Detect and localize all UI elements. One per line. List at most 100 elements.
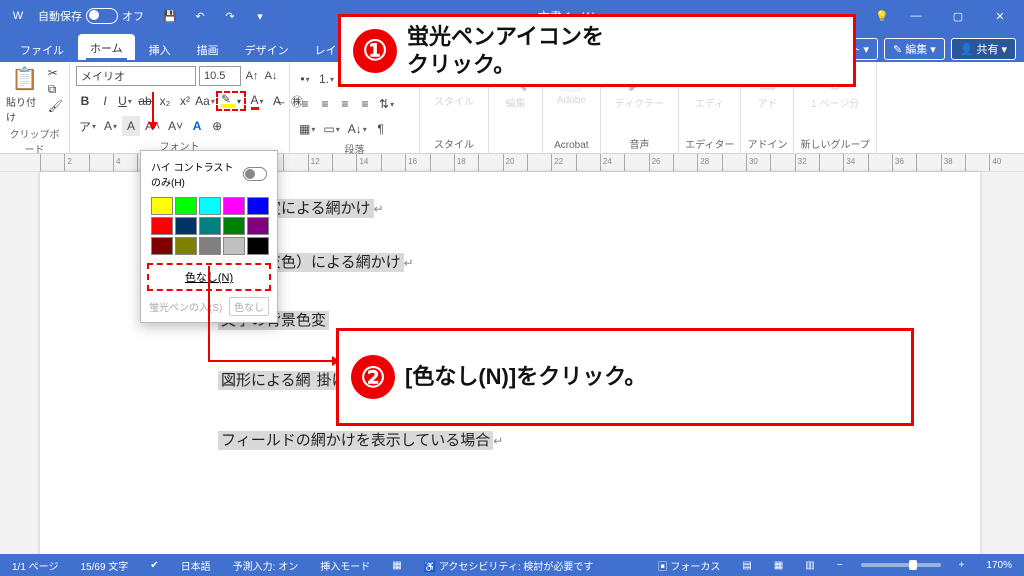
read-mode-icon[interactable]: ▤ — [738, 560, 755, 571]
autosave-state: オフ — [122, 8, 144, 24]
display-settings-icon[interactable]: ▦ — [388, 560, 405, 571]
insert-mode-status[interactable]: 挿入モード — [316, 558, 374, 573]
paragraph-mark-icon: ↵ — [374, 202, 384, 216]
format-painter-icon[interactable]: 🖌 — [48, 99, 63, 113]
sort-button[interactable]: A↓ — [345, 119, 370, 139]
char-shading-button[interactable]: A — [122, 116, 140, 136]
underline-button[interactable]: U — [116, 91, 134, 111]
clipboard-group: 📋 貼り付け ✂ ⧉ 🖌 クリップボード — [0, 62, 70, 153]
clear-format-button[interactable]: A̶ — [268, 91, 286, 111]
color-swatch[interactable] — [175, 217, 197, 235]
zoom-in-button[interactable]: + — [955, 560, 969, 571]
tab-file[interactable]: ファイル — [8, 36, 76, 62]
bullets-button[interactable]: • — [296, 69, 314, 89]
high-contrast-toggle[interactable] — [243, 167, 267, 181]
font-size-combo[interactable]: 10.5 — [199, 66, 241, 86]
font-name-combo[interactable]: メイリオ — [76, 66, 196, 86]
char-border-button[interactable]: A — [101, 116, 120, 136]
undo-icon[interactable]: ↶ — [186, 2, 214, 30]
color-swatch[interactable] — [199, 237, 221, 255]
font-group: メイリオ 10.5 A↑ A↓ B I U ab x₂ x² Aa ▾ A A̶… — [70, 62, 290, 153]
circled-char-button[interactable]: ⊕ — [208, 116, 226, 136]
color-swatch[interactable] — [175, 237, 197, 255]
align-center-button[interactable]: ≡ — [316, 94, 334, 114]
change-case-button[interactable]: Aa — [196, 91, 214, 111]
color-swatch[interactable] — [223, 197, 245, 215]
accessibility-status[interactable]: ♿ アクセシビリティ: 検討が必要です — [420, 558, 598, 573]
color-swatch[interactable] — [223, 217, 245, 235]
color-swatch[interactable] — [247, 217, 269, 235]
color-swatch[interactable] — [247, 197, 269, 215]
autosave-toggle[interactable]: 自動保存 オフ — [32, 8, 150, 24]
save-icon[interactable]: 💾 — [156, 2, 184, 30]
text-effects-button[interactable]: A — [188, 116, 206, 136]
highlighter-footer-button[interactable]: 色なし — [229, 297, 269, 316]
italic-button[interactable]: I — [96, 91, 114, 111]
minimize-button[interactable]: — — [896, 2, 936, 30]
color-swatch[interactable] — [151, 197, 173, 215]
justify-button[interactable]: ≡ — [356, 94, 374, 114]
annotation-text-1: 蛍光ペンアイコンを クリック。 — [407, 23, 604, 78]
status-bar: 1/1 ページ 15/69 文字 ✔ 日本語 予測入力: オン 挿入モード ▦ … — [0, 554, 1024, 576]
editing-mode-button[interactable]: ✎編集▾ — [884, 38, 945, 60]
paragraph-mark-icon: ↵ — [404, 256, 414, 270]
zoom-level[interactable]: 170% — [982, 560, 1016, 571]
shading-button[interactable]: ▦ — [296, 119, 318, 139]
qat-more-icon[interactable]: ▾ — [246, 2, 274, 30]
tab-draw[interactable]: 描画 — [185, 36, 231, 62]
bold-button[interactable]: B — [76, 91, 94, 111]
color-swatch[interactable] — [175, 197, 197, 215]
line-spacing-button[interactable]: ⇅ — [376, 94, 397, 114]
copy-icon[interactable]: ⧉ — [48, 82, 63, 97]
page-count[interactable]: 1/1 ページ — [8, 558, 62, 573]
color-swatch[interactable] — [247, 237, 269, 255]
color-swatch[interactable] — [199, 217, 221, 235]
lightbulb-icon[interactable]: 💡 — [868, 2, 896, 30]
show-marks-button[interactable]: ¶ — [372, 119, 390, 139]
toggle-off-icon[interactable] — [86, 8, 118, 24]
grow-font-icon[interactable]: A↑ — [244, 67, 260, 85]
phonetic-guide-button[interactable]: ア — [76, 116, 99, 136]
color-swatches — [147, 195, 271, 257]
superscript-button[interactable]: x² — [176, 91, 194, 111]
clipboard-icon: 📋 — [11, 66, 38, 92]
predict-input-status[interactable]: 予測入力: オン — [229, 558, 303, 573]
print-layout-icon[interactable]: ▦ — [770, 560, 787, 571]
color-swatch[interactable] — [151, 237, 173, 255]
text-line-5[interactable]: フィールドの網かけを表示している場合 — [218, 431, 493, 450]
share-button[interactable]: 👤共有▾ — [951, 38, 1016, 60]
paste-button[interactable]: 📋 貼り付け — [6, 66, 44, 124]
shrink-font-icon[interactable]: A↓ — [263, 67, 279, 85]
web-layout-icon[interactable]: ▥ — [801, 560, 818, 571]
text-highlight-button[interactable]: ▾ — [216, 91, 246, 111]
annotation-text-2: [色なし(N)]をクリック。 — [405, 363, 646, 391]
word-count[interactable]: 15/69 文字 — [76, 558, 132, 573]
align-right-button[interactable]: ≡ — [336, 94, 354, 114]
numbering-button[interactable]: 1. — [316, 69, 337, 89]
tab-insert[interactable]: 挿入 — [137, 36, 183, 62]
close-button[interactable]: ✕ — [980, 2, 1020, 30]
tab-design[interactable]: デザイン — [233, 36, 301, 62]
redo-icon[interactable]: ↷ — [216, 2, 244, 30]
color-swatch[interactable] — [151, 217, 173, 235]
subscript-button[interactable]: x₂ — [156, 91, 174, 111]
align-left-button[interactable]: ≡ — [296, 94, 314, 114]
word-app-icon[interactable]: W — [4, 2, 32, 30]
tab-home[interactable]: ホーム — [78, 34, 135, 62]
highlighter-icon — [221, 94, 235, 108]
quick-access-toolbar: 💾 ↶ ↷ ▾ — [156, 2, 274, 30]
color-swatch[interactable] — [223, 237, 245, 255]
focus-mode-button[interactable]: ▣ フォーカス — [654, 558, 725, 573]
maximize-button[interactable]: ▢ — [938, 2, 978, 30]
font-color-button[interactable]: A — [248, 91, 266, 111]
spellcheck-icon[interactable]: ✔ — [146, 560, 162, 571]
zoom-slider[interactable] — [861, 563, 941, 567]
zoom-out-button[interactable]: − — [833, 560, 847, 571]
color-swatch[interactable] — [199, 197, 221, 215]
annotation-number-2: ② — [351, 355, 395, 399]
language-status[interactable]: 日本語 — [177, 558, 215, 573]
cut-icon[interactable]: ✂ — [48, 66, 63, 80]
borders-button[interactable]: ▭ — [320, 119, 342, 139]
text-line-4a[interactable]: 図形による網 — [218, 371, 314, 390]
font-shrink-button[interactable]: A˅ — [165, 116, 186, 136]
